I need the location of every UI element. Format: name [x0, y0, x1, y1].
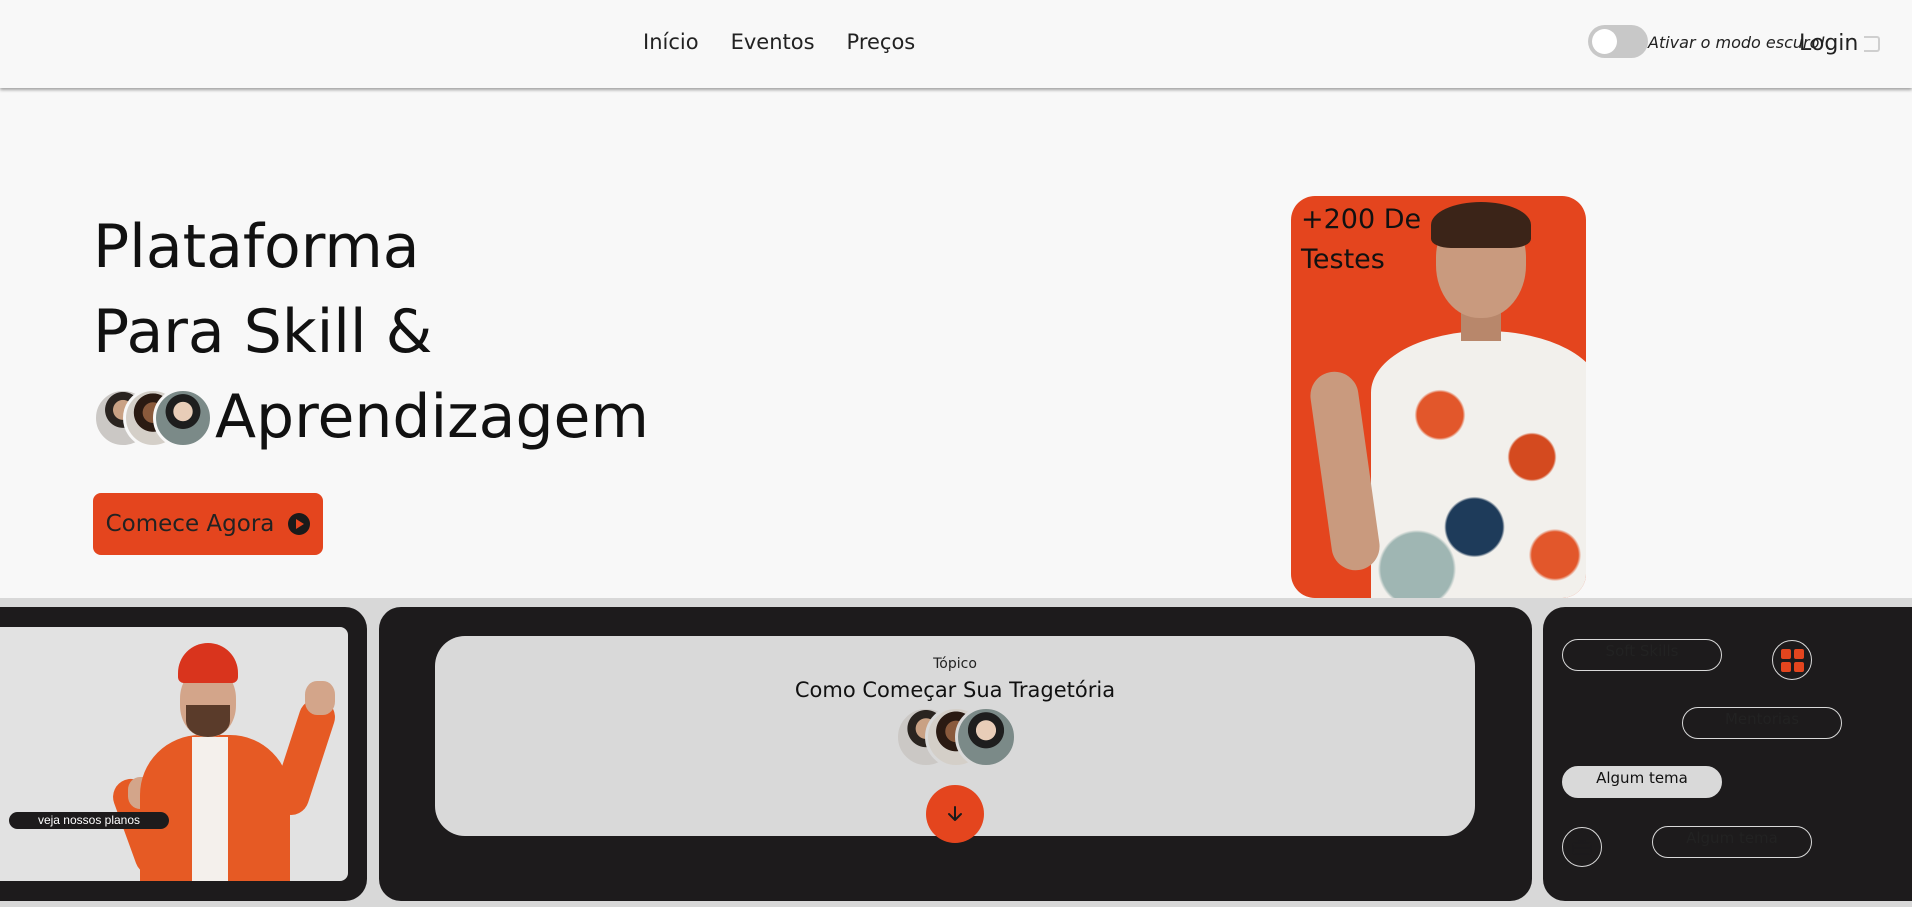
topic-label: Tópico: [933, 656, 977, 672]
person-shirt: [192, 737, 228, 881]
tag-soft-skills[interactable]: Soft Skills: [1562, 639, 1722, 671]
nav-link-precos[interactable]: Preços: [847, 30, 916, 54]
briefcase-icon: [1572, 840, 1592, 855]
start-now-button[interactable]: Comece Agora: [93, 493, 323, 555]
person-shirt: [1371, 331, 1586, 598]
hero-title-line2: Para Skill &: [93, 297, 433, 367]
grid-button[interactable]: [1772, 640, 1812, 680]
badge-line1: +200 De: [1301, 204, 1422, 235]
start-now-label: Comece Agora: [105, 511, 275, 537]
person-hat: [178, 643, 238, 683]
arrow-down-icon: [948, 806, 962, 821]
scroll-down-button[interactable]: [926, 785, 984, 843]
hero-image-card: +200 De Testes: [1291, 196, 1586, 598]
tag-mentorias[interactable]: Mentorias: [1682, 707, 1842, 739]
person-beard: [186, 705, 230, 737]
hero-avatar-group: [93, 387, 213, 448]
dark-mode-toggle[interactable]: [1588, 25, 1648, 58]
person-fist: [305, 681, 335, 715]
nav-link-eventos[interactable]: Eventos: [731, 30, 815, 54]
topic-avatar-group: [895, 706, 1017, 768]
main-nav: Início Eventos Preços: [643, 30, 915, 54]
promo-photo: [0, 627, 348, 881]
hero-title-line3: Aprendizagem: [215, 382, 649, 452]
badge-line2: Testes: [1301, 244, 1385, 275]
tag-algum-tema[interactable]: Algum tema: [1652, 826, 1812, 858]
person-hair: [1431, 202, 1531, 248]
hero-title-line3-row: Aprendizagem: [93, 375, 649, 460]
login-label: Login: [1799, 31, 1859, 56]
toggle-knob: [1592, 29, 1617, 54]
top-header: Início Eventos Preços Ativar o modo escu…: [0, 0, 1912, 88]
avatar: [955, 706, 1017, 768]
see-plans-button[interactable]: veja nossos planos: [9, 812, 169, 829]
briefcase-button[interactable]: [1562, 827, 1602, 867]
avatar: [153, 387, 213, 448]
tag-algum-tema-active[interactable]: Algum tema: [1562, 766, 1722, 798]
topic-title: Como Começar Sua Tragetória: [794, 678, 1116, 702]
play-circle-icon: [288, 513, 311, 535]
login-icon: [1864, 35, 1881, 52]
tests-count-badge: +200 De Testes: [1301, 200, 1421, 280]
login-button[interactable]: Login: [1799, 31, 1881, 56]
hero-title-line1: Plataforma: [93, 212, 420, 282]
hero-title: Plataforma Para Skill & Aprendizagem: [93, 205, 649, 460]
grid-icon: [1780, 648, 1804, 672]
nav-link-inicio[interactable]: Início: [643, 30, 699, 54]
